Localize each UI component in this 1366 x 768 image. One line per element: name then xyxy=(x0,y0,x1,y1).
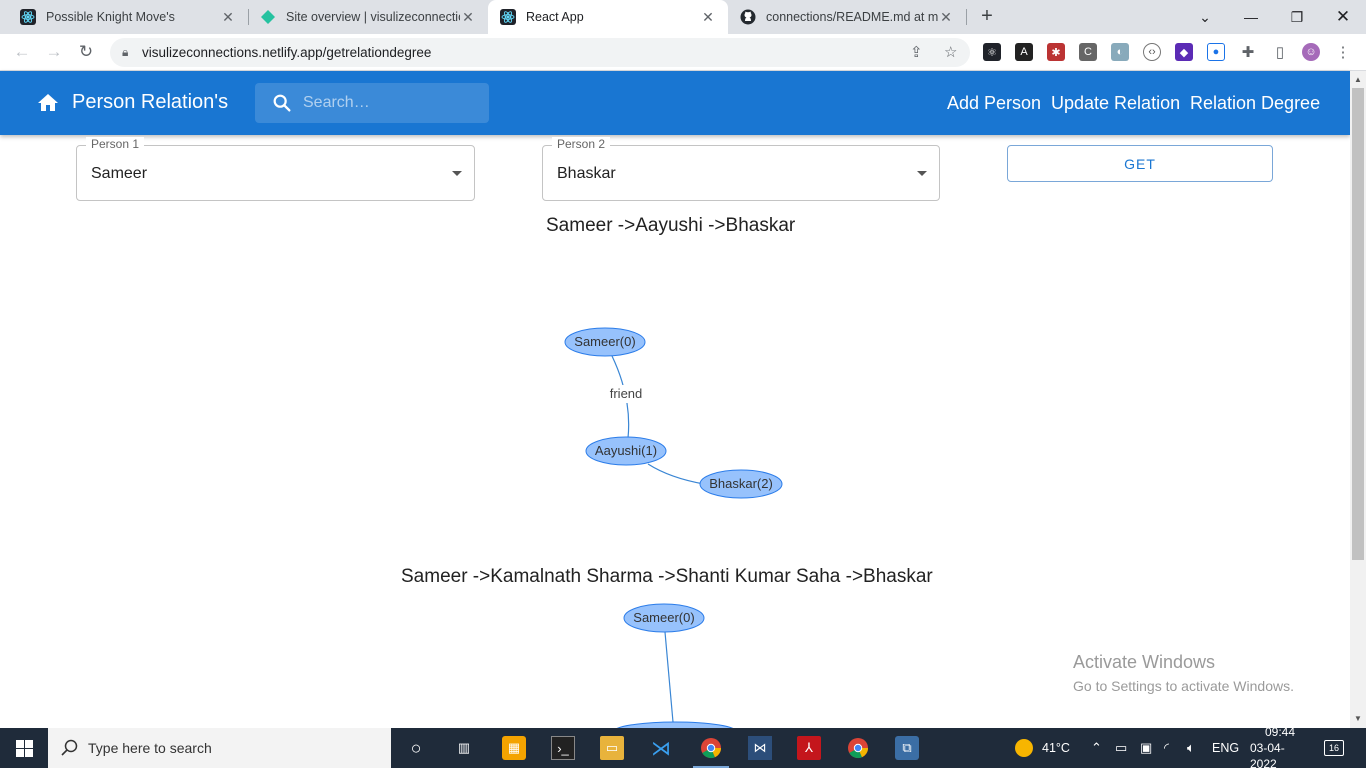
chrome-icon[interactable] xyxy=(699,736,723,760)
graph-node[interactable]: Sameer(0) xyxy=(623,603,705,633)
windows-start-icon[interactable] xyxy=(16,740,33,757)
volume-icon[interactable]: 🔈︎ xyxy=(1187,728,1195,768)
edge-label: friend xyxy=(610,386,643,401)
cortana-icon[interactable]: ○ xyxy=(404,736,428,760)
clock-date: 03-04-2022 xyxy=(1250,741,1285,768)
python-icon[interactable]: ⧉ xyxy=(895,736,919,760)
clock[interactable]: 09:44 03-04-2022 xyxy=(1250,725,1310,768)
sun-icon xyxy=(1015,739,1033,757)
node-label: Bhaskar(2) xyxy=(709,476,773,491)
node-label: Aayushi(1) xyxy=(595,443,657,458)
show-hidden-icons[interactable]: ⌃ xyxy=(1091,728,1102,768)
graph-node[interactable]: Bhaskar(2) xyxy=(699,469,783,499)
file-explorer-icon[interactable]: ▭ xyxy=(600,736,624,760)
scroll-up-arrow-icon[interactable]: ▲ xyxy=(1354,75,1362,84)
chrome-profile-icon[interactable] xyxy=(846,736,870,760)
language-indicator[interactable]: ENG xyxy=(1212,728,1239,768)
vscode-icon[interactable]: ⋊ xyxy=(649,736,673,760)
notification-center[interactable]: 16 xyxy=(1324,728,1344,768)
watermark-line-2: Go to Settings to activate Windows. xyxy=(1073,678,1294,694)
wifi-icon[interactable]: ◜ xyxy=(1164,728,1169,768)
battery-icon[interactable]: ▭ xyxy=(1115,728,1127,768)
taskbar-search-box[interactable]: Type here to search xyxy=(48,728,391,768)
node-label: Sameer(0) xyxy=(633,610,694,625)
network-device-icon[interactable]: ▣ xyxy=(1140,728,1152,768)
weather-temp: 41°C xyxy=(1042,741,1070,755)
windows-taskbar: Type here to search ○ ▥ ▦ ›_ ▭ ⋊ ⋈ ⅄ ⧉ 4… xyxy=(0,725,1366,768)
acrobat-icon[interactable]: ⅄ xyxy=(797,736,821,760)
page-scrollbar[interactable]: ▲ ▼ xyxy=(1350,71,1366,728)
weather-widget[interactable]: 41°C xyxy=(1015,728,1070,768)
graph-node[interactable]: Aayushi(1) xyxy=(585,436,667,466)
workbench-icon[interactable]: ⋈ xyxy=(748,736,772,760)
graph-node[interactable]: Sameer(0) xyxy=(564,327,646,357)
task-view-icon[interactable]: ▥ xyxy=(452,736,476,760)
activate-windows-watermark: Activate Windows Go to Settings to activ… xyxy=(1073,652,1294,694)
clock-time: 09:44 xyxy=(1264,725,1296,739)
graph-edge xyxy=(664,631,674,723)
scroll-down-arrow-icon[interactable]: ▼ xyxy=(1354,714,1362,723)
terminal-icon[interactable]: ›_ xyxy=(551,736,575,760)
taskbar-search-text: Type here to search xyxy=(88,740,212,756)
watermark-line-1: Activate Windows xyxy=(1073,652,1216,672)
graph-edge xyxy=(647,463,705,485)
relation-graphs: friend Sameer(0) Aayushi(1) Bhaskar(2) S… xyxy=(564,327,783,728)
scrollbar-thumb[interactable] xyxy=(1352,88,1364,560)
store-icon[interactable]: ▦ xyxy=(502,736,526,760)
node-label: Sameer(0) xyxy=(574,334,635,349)
notification-count: 16 xyxy=(1324,740,1344,756)
search-icon xyxy=(61,739,78,756)
